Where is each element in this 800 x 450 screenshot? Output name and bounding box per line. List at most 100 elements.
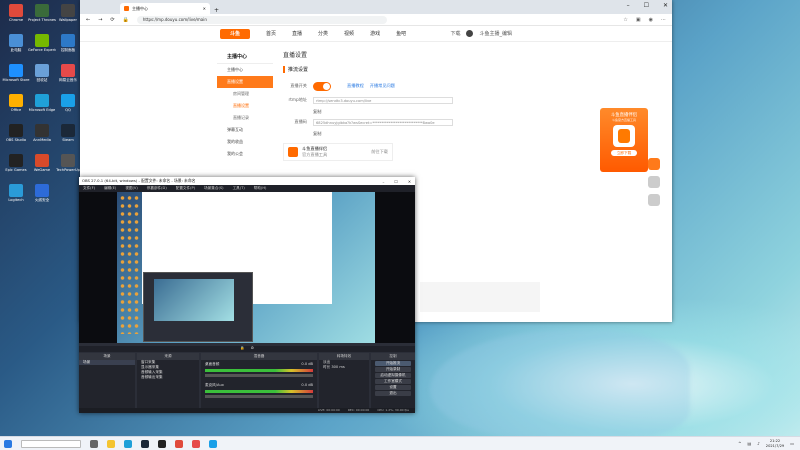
menu-help[interactable]: 帮助(H) xyxy=(254,186,267,191)
menu-tools[interactable]: 工具(T) xyxy=(233,186,245,191)
download-link[interactable]: 下载 xyxy=(450,30,460,37)
settings-button[interactable]: 设置 xyxy=(375,385,411,390)
desktop-icon[interactable]: 火绒安全 xyxy=(28,184,56,202)
sidebar-sub-live-settings[interactable]: 直播设置 xyxy=(217,100,273,112)
desktop-icon[interactable]: Steam xyxy=(54,124,82,142)
menu-scene-collection[interactable]: 场景集合(S) xyxy=(204,186,223,191)
close-window-icon[interactable]: ✕ xyxy=(663,2,668,9)
desktop-icon[interactable]: TechPowerUp xyxy=(54,154,82,172)
tray-chevron-icon[interactable]: ^ xyxy=(738,441,741,446)
menu-view[interactable]: 视图(V) xyxy=(125,186,137,191)
desktop-icon[interactable]: 控制面板 xyxy=(54,34,82,52)
new-tab-button[interactable]: + xyxy=(214,7,219,14)
float-orange-icon[interactable] xyxy=(648,158,660,170)
tool-card[interactable]: 斗鱼直播伴侣 官方直播工具 前往下载 xyxy=(283,143,393,161)
desktop-icon[interactable]: 回收站 xyxy=(28,64,56,82)
chrome-taskbar-icon[interactable] xyxy=(175,439,183,448)
sidebar-sub-room[interactable]: 房间管理 xyxy=(217,88,273,100)
desktop-icon[interactable]: Project Thrones xyxy=(28,4,56,22)
menu-profile[interactable]: 配置文件(P) xyxy=(176,186,195,191)
sidebar-item-live-settings[interactable]: 直播设置 xyxy=(217,76,273,88)
obs-close-icon[interactable]: ✕ xyxy=(408,179,411,184)
network-icon[interactable]: ▤ xyxy=(747,441,751,446)
file-explorer-icon[interactable] xyxy=(107,439,115,448)
desktop-icon[interactable]: Epic Games xyxy=(2,154,30,172)
volume-icon[interactable]: ♪ xyxy=(757,441,760,446)
desktop-icon[interactable]: GeForce Experience xyxy=(28,34,56,52)
obs-preview[interactable] xyxy=(79,192,415,343)
desktop-icon[interactable]: 此电脑 xyxy=(2,34,30,52)
steam-icon[interactable] xyxy=(141,439,149,448)
qq-icon[interactable] xyxy=(209,439,217,448)
username[interactable]: 斗鱼主播_编辑 xyxy=(479,30,512,37)
rtmp-field[interactable]: rtmp://sendtc3.douyu.com/live xyxy=(313,96,453,104)
sidebar-item-guild[interactable]: 我的公会 xyxy=(217,148,273,160)
browser-tab[interactable]: 主播中心 ✕ xyxy=(120,3,210,14)
forward-icon[interactable]: → xyxy=(98,17,102,23)
url-input[interactable]: https://mp.douyu.com/live/main xyxy=(136,15,387,24)
desktop-icon[interactable]: 网易云音乐 xyxy=(54,64,82,82)
desktop-icon[interactable]: WeGame xyxy=(28,154,56,172)
sidebar-item-anchor-center[interactable]: 主播中心 xyxy=(217,64,273,76)
desktop-icon[interactable]: Chrome xyxy=(2,4,30,22)
desktop-icon[interactable]: QQ xyxy=(54,94,82,112)
copy-key-button[interactable]: 复制 xyxy=(313,131,543,139)
star-icon[interactable]: ☆ xyxy=(623,17,627,23)
taskbar-search-input[interactable] xyxy=(21,439,81,448)
settings-preview-icon[interactable]: ⚙ xyxy=(251,346,254,352)
desktop-icon[interactable]: OBS Studio xyxy=(2,124,30,142)
float-grey-icon-1[interactable] xyxy=(648,176,660,188)
desktop-icon[interactable]: Wallpaper xyxy=(54,4,82,22)
live-toggle[interactable] xyxy=(313,81,331,91)
desktop-icon[interactable]: Microsoft Store xyxy=(2,64,30,82)
download-ad[interactable]: 斗鱼直播伴侣 斗鱼官方直播工具 立即下载 xyxy=(600,108,648,172)
ad-download-button[interactable]: 立即下载 xyxy=(611,150,637,156)
lock-preview-icon[interactable]: 🔒 xyxy=(240,346,244,352)
virtual-camera-button[interactable]: 启动虚拟摄像机 xyxy=(375,373,411,378)
duration-input[interactable]: 300 ms xyxy=(331,365,344,369)
nav-fishbar[interactable]: 鱼吧 xyxy=(396,30,406,37)
copy-rtmp-button[interactable]: 复制 xyxy=(313,109,543,117)
float-grey-icon-2[interactable] xyxy=(648,194,660,206)
desktop-icon[interactable]: Microsoft Edge xyxy=(28,94,56,112)
sidebar-item-income[interactable]: 我的收益 xyxy=(217,136,273,148)
studio-mode-button[interactable]: 工作室模式 xyxy=(375,379,411,384)
back-icon[interactable]: ← xyxy=(86,17,90,23)
menu-edit[interactable]: 编辑(E) xyxy=(104,186,116,191)
obs-taskbar-icon[interactable] xyxy=(158,439,166,448)
desktop-icon[interactable]: AnnMedia xyxy=(28,124,56,142)
nav-live[interactable]: 直播 xyxy=(292,30,302,37)
desktop-icon[interactable]: Logitech xyxy=(2,184,30,202)
volume-slider[interactable] xyxy=(205,395,313,398)
tab-close-icon[interactable]: ✕ xyxy=(203,6,206,11)
nav-home[interactable]: 首页 xyxy=(266,30,276,37)
notification-icon[interactable]: ▭ xyxy=(790,441,794,446)
faq-link[interactable]: 开播常见问题 xyxy=(370,83,395,89)
obs-window[interactable]: OBS 27.0.1 (64-bit, windows) - 配置文件: 未命名… xyxy=(79,177,415,413)
scene-item[interactable]: 场景 xyxy=(79,360,135,365)
menu-docks[interactable]: 停靠部件(D) xyxy=(147,186,167,191)
volume-slider[interactable] xyxy=(205,374,313,377)
maximize-icon[interactable]: ☐ xyxy=(644,2,649,9)
exit-button[interactable]: 退出 xyxy=(375,391,411,396)
douyu-logo[interactable]: 斗鱼 xyxy=(220,28,250,39)
task-view-icon[interactable] xyxy=(90,439,98,448)
sidebar-sub-records[interactable]: 直播记录 xyxy=(217,112,273,124)
sidebar-item-danmaku[interactable]: 弹幕互动 xyxy=(217,124,273,136)
clock[interactable]: 21:22 2021/7/29 xyxy=(766,439,784,448)
profile-icon[interactable]: ◉ xyxy=(649,17,653,23)
menu-file[interactable]: 文件(F) xyxy=(83,186,95,191)
nav-video[interactable]: 视频 xyxy=(344,30,354,37)
tutorial-link[interactable]: 直播教程 xyxy=(347,83,364,89)
desktop-icon[interactable]: Office xyxy=(2,94,30,112)
collections-icon[interactable]: ▣ xyxy=(636,17,641,23)
tool-download[interactable]: 前往下载 xyxy=(371,149,388,155)
start-streaming-button[interactable]: 开始推流 xyxy=(375,361,411,366)
start-recording-button[interactable]: 开始录制 xyxy=(375,367,411,372)
obs-minimize-icon[interactable]: – xyxy=(383,179,385,184)
minimize-icon[interactable]: – xyxy=(627,2,630,9)
nav-category[interactable]: 分类 xyxy=(318,30,328,37)
nav-games[interactable]: 游戏 xyxy=(370,30,380,37)
source-item[interactable]: 音频输出采集 xyxy=(137,375,199,380)
music-icon[interactable] xyxy=(192,439,200,448)
